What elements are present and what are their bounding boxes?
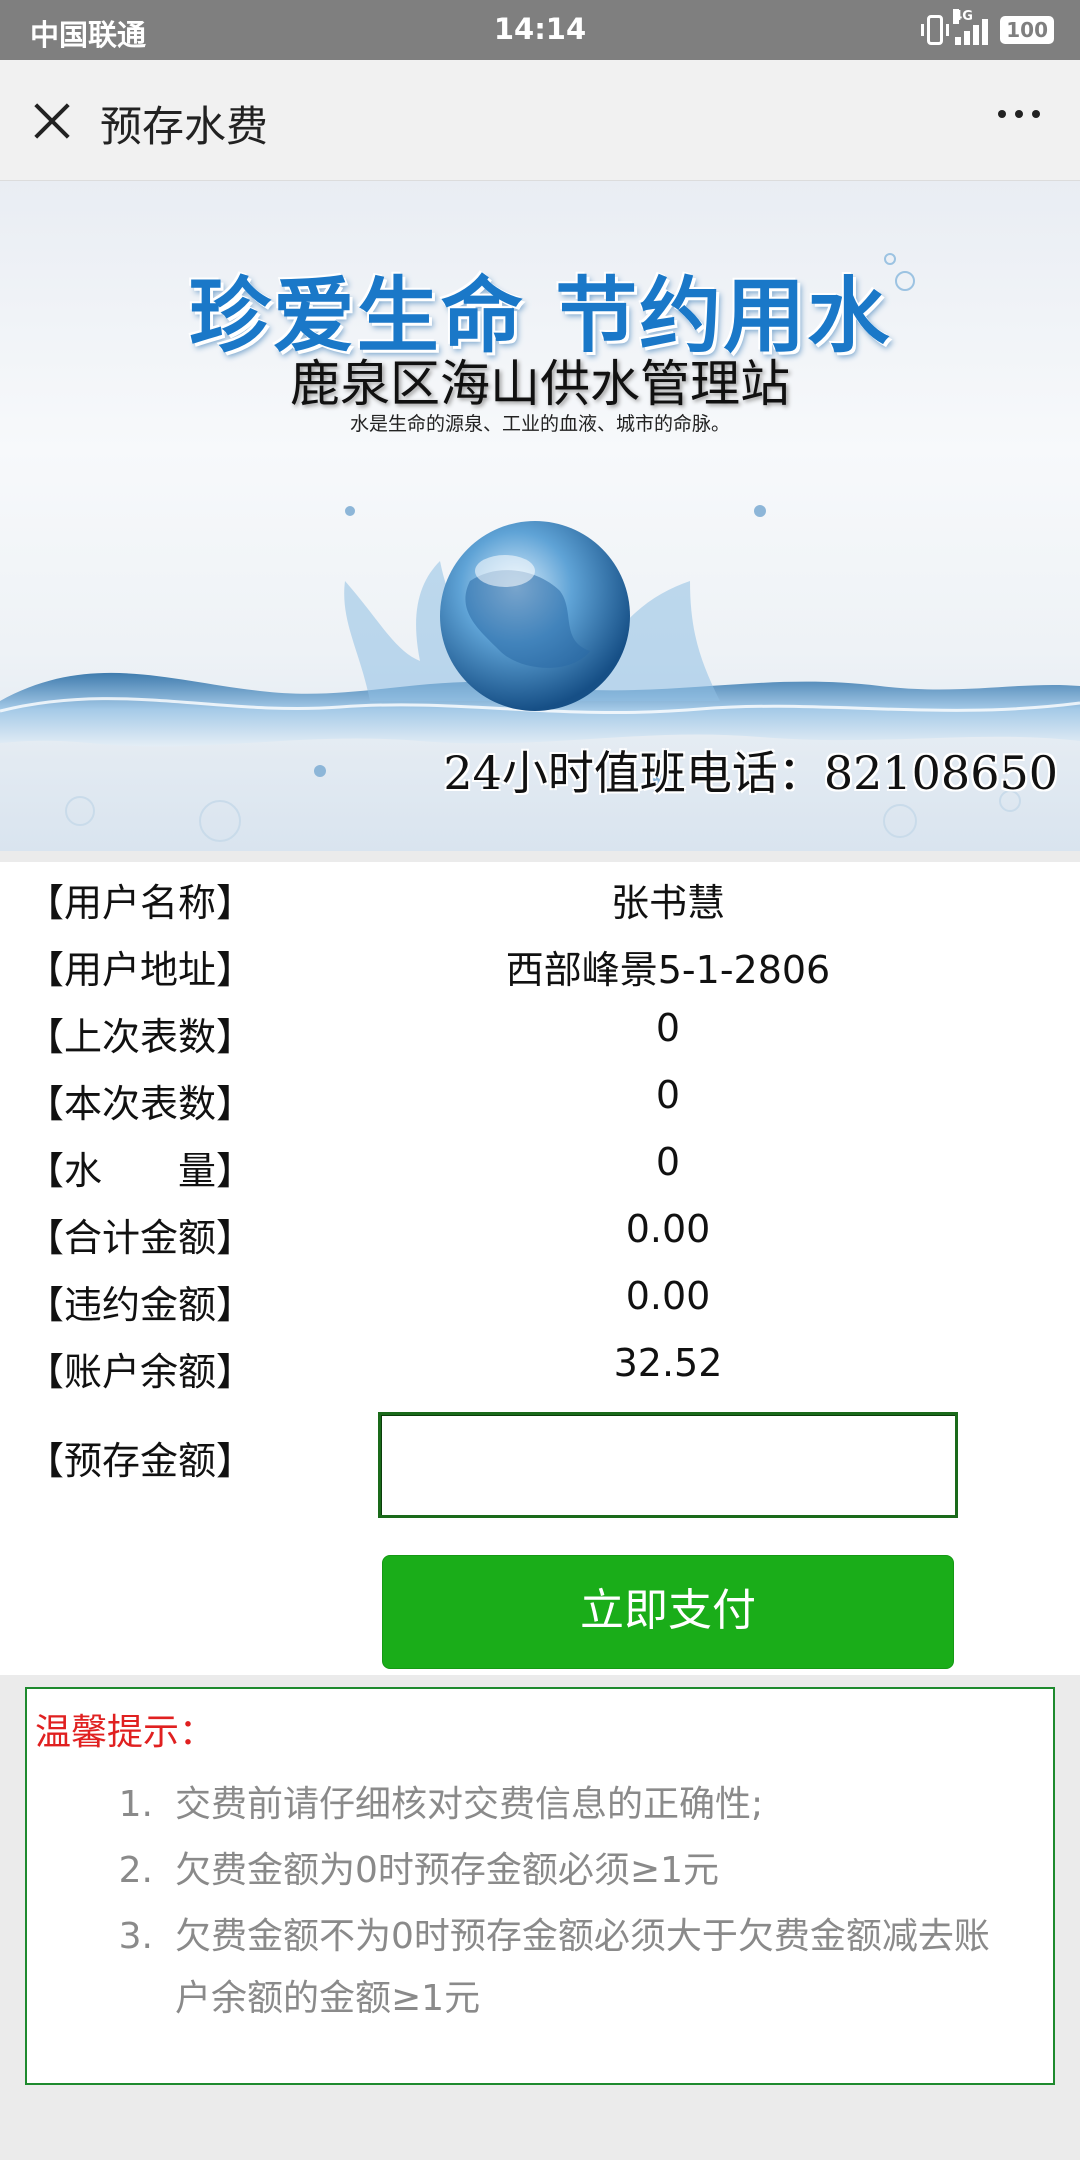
pay-now-button[interactable]: 立即支付 bbox=[382, 1555, 954, 1669]
info-value: 西部峰景5-1-2806 bbox=[505, 948, 831, 992]
deposit-label: 【预存金额】 bbox=[26, 1439, 255, 1483]
clock: 14:14 bbox=[493, 12, 587, 46]
status-bar: 中国联通 14:14 4G 100 bbox=[0, 0, 1080, 60]
tip-number: 2. bbox=[118, 1850, 153, 1891]
info-row-water-volume: 【水 量】 0 bbox=[0, 1130, 1080, 1196]
close-icon[interactable] bbox=[22, 90, 82, 150]
info-label: 【合计金额】 bbox=[26, 1216, 255, 1260]
info-label: 【水 量】 bbox=[26, 1149, 255, 1193]
info-value: 张书慧 bbox=[610, 881, 725, 925]
info-value: 0 bbox=[655, 1006, 681, 1050]
info-row-penalty-amount: 【违约金额】 0.00 bbox=[0, 1264, 1080, 1330]
info-row-last-reading: 【上次表数】 0 bbox=[0, 996, 1080, 1062]
info-row-address: 【用户地址】 西部峰景5-1-2806 bbox=[0, 929, 1080, 995]
info-row-user-name: 【用户名称】 张书慧 bbox=[0, 862, 1080, 928]
tip-number: 3. bbox=[118, 1916, 153, 1957]
info-row-current-reading: 【本次表数】 0 bbox=[0, 1063, 1080, 1129]
info-value: 0 bbox=[655, 1073, 681, 1117]
tip-number: 1. bbox=[118, 1784, 153, 1825]
tip-text: 欠费金额为0时预存金额必须≥1元 bbox=[175, 1850, 719, 1891]
tip-text: 交费前请仔细核对交费信息的正确性; bbox=[175, 1784, 764, 1825]
battery-icon: 100 bbox=[1000, 16, 1054, 44]
vibrate-icon bbox=[921, 15, 950, 45]
banner-image: 珍爱生命 节约用水 鹿泉区海山供水管理站 水是生命的源泉、工业的血液、城市的命脉… bbox=[0, 181, 1080, 851]
tips-title: 温馨提示： bbox=[35, 1712, 216, 1753]
info-label: 【账户余额】 bbox=[26, 1350, 255, 1394]
tips-box: 温馨提示： 1. 交费前请仔细核对交费信息的正确性; 2. 欠费金额为0时预存金… bbox=[25, 1687, 1055, 2085]
account-info-panel: 【用户名称】 张书慧 【用户地址】 西部峰景5-1-2806 【上次表数】 0 … bbox=[0, 862, 1080, 1675]
status-icons: 4G 100 bbox=[921, 9, 1054, 50]
signal-icon: 4G bbox=[953, 9, 989, 45]
info-label: 【本次表数】 bbox=[26, 1082, 255, 1126]
info-row-total-amount: 【合计金额】 0.00 bbox=[0, 1197, 1080, 1263]
info-row-account-balance: 【账户余额】 32.52 bbox=[0, 1331, 1080, 1397]
title-bar: 预存水费 bbox=[0, 60, 1080, 181]
tip-text: 欠费金额不为0时预存金额必须大于欠费金额减去账户余额的金额≥1元 bbox=[175, 1916, 990, 2019]
network-type: 4G bbox=[953, 9, 973, 24]
info-value: 0.00 bbox=[625, 1274, 711, 1318]
info-label: 【违约金额】 bbox=[26, 1283, 255, 1327]
info-value: 32.52 bbox=[613, 1341, 723, 1385]
banner-station-name: 鹿泉区海山供水管理站 bbox=[290, 355, 790, 413]
banner-hotline: 24小时值班电话：82108650 bbox=[443, 746, 1058, 800]
page-title: 预存水费 bbox=[100, 102, 269, 151]
more-options-icon[interactable] bbox=[998, 110, 1040, 118]
info-label: 【上次表数】 bbox=[26, 1015, 255, 1059]
info-label: 【用户名称】 bbox=[26, 881, 255, 925]
banner-motto: 水是生命的源泉、工业的血液、城市的命脉。 bbox=[349, 413, 730, 435]
deposit-amount-input[interactable] bbox=[378, 1412, 958, 1518]
info-label: 【用户地址】 bbox=[26, 948, 255, 992]
info-value: 0 bbox=[655, 1140, 681, 1184]
info-value: 0.00 bbox=[625, 1207, 711, 1251]
